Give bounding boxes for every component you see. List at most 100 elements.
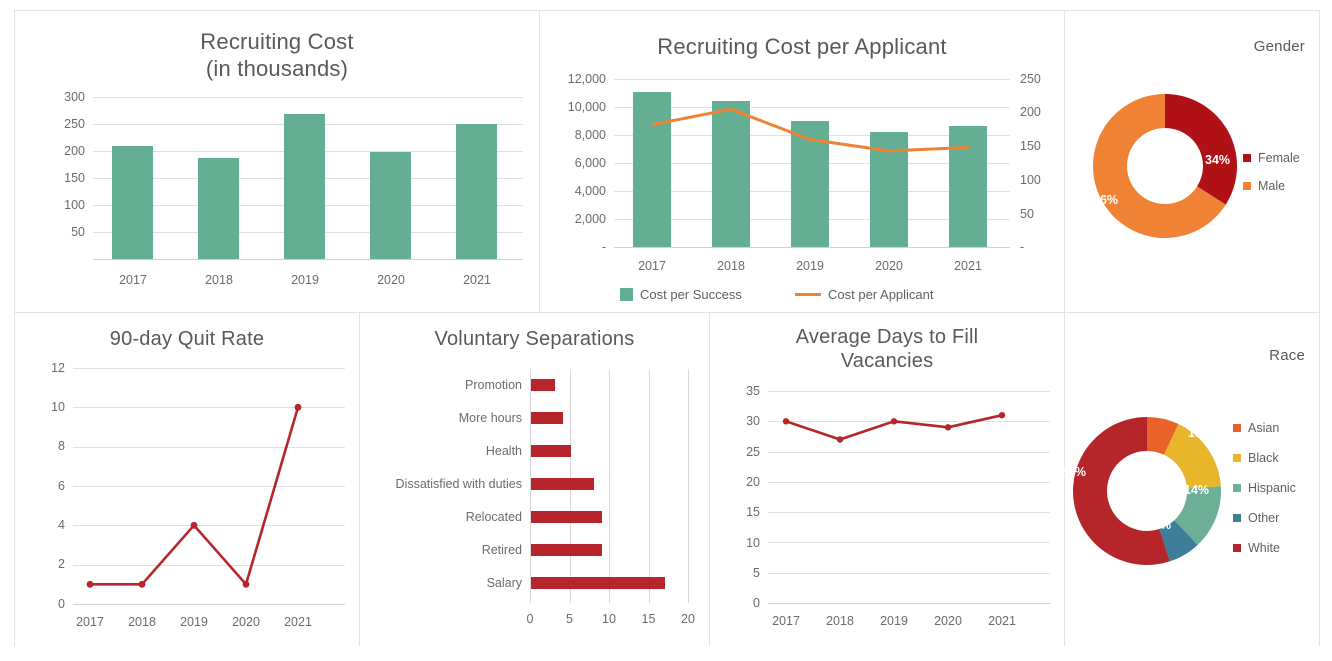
x-axis-tick: 2021 [284,615,312,629]
y-axis-tick-right: - [1020,240,1025,254]
chart-title-cost-per-applicant: Recruiting Cost per Applicant [657,34,947,59]
data-point [998,412,1006,419]
panel-race: Race 7% 17% 14% 7% 55% Asian Black Hispa… [1061,313,1319,646]
data-point [890,418,898,425]
donut-value-hispanic: 14% [1184,483,1210,497]
data-point [836,436,844,443]
gridline [614,79,1010,80]
bar-more-hours [531,412,563,424]
dashboard-row-top: Recruiting Cost (in thousands) 300 250 2… [15,11,1319,313]
gridline [93,97,523,98]
gridline-v [609,369,610,603]
bar-2018 [198,157,239,259]
y-axis-tick: 50 [71,225,85,239]
x-axis-tick: 2021 [954,259,982,273]
chart-title-voluntary-separations: Voluntary Separations [434,328,635,350]
y-axis-tick-left: 8,000 [574,128,606,142]
x-axis-tick: 2019 [796,259,824,273]
legend-swatch-black [1233,454,1241,462]
legend-item-cost-per-applicant[interactable]: Cost per Applicant [795,287,934,302]
y-axis-tick-left: 4,000 [574,184,606,198]
donut-value-black: 17% [1188,426,1214,440]
data-point [294,403,302,411]
legend-label: Asian [1248,421,1280,435]
legend-item-hispanic[interactable]: Hispanic [1233,481,1296,495]
data-point [242,580,250,588]
legend-swatch-white [1233,544,1241,552]
x-axis-tick: 2017 [76,615,104,629]
legend-label: Black [1248,451,1279,465]
donut-race [1073,417,1221,565]
gridline-v [688,369,689,603]
donut-slice-female[interactable] [1165,94,1238,205]
category-label: Retired [481,543,522,557]
bar-2017 [112,145,153,259]
x-axis-tick: 2020 [934,614,962,628]
legend-item-white[interactable]: White [1233,541,1280,555]
legend-label: Male [1258,179,1286,193]
data-point [944,424,952,431]
bar-cost-per-success-2020 [870,132,908,247]
legend-item-male[interactable]: Male [1243,179,1285,193]
x-axis-tick: 15 [641,612,656,626]
legend-label: Other [1248,511,1280,525]
chart-title-recruiting-cost: Recruiting Cost (in thousands) [15,29,539,83]
bar-2020 [370,152,411,259]
legend-label: Female [1258,151,1300,165]
chart-title-line1: Recruiting Cost [200,29,354,54]
panel-recruiting-cost: Recruiting Cost (in thousands) 300 250 2… [15,11,540,312]
y-axis-tick-right: 250 [1020,72,1041,86]
data-point [138,580,146,588]
x-axis-tick: 2020 [875,259,903,273]
bar-dissatisfied-with-duties [531,478,595,490]
panel-days-to-fill: Average Days to Fill Vacancies 35 30 25 … [710,313,1065,646]
legend-label: Hispanic [1248,481,1296,495]
legend-swatch-hispanic [1233,484,1241,492]
y-axis-tick-left: 12,000 [567,72,606,86]
category-label: Health [485,444,522,458]
x-axis-tick: 2021 [988,614,1016,628]
x-axis-tick: 0 [526,612,534,626]
x-axis-tick: 20 [681,612,695,626]
x-axis-tick: 2018 [128,615,156,629]
bar-health [531,445,571,457]
bar-relocated [531,511,603,523]
gridline-v [648,369,650,603]
bar-2021 [456,123,497,259]
dashboard-container: Recruiting Cost (in thousands) 300 250 2… [14,10,1320,646]
legend-swatch-male [1243,182,1251,190]
panel-voluntary-separations: Voluntary Separations Promotion More hou… [360,313,710,646]
legend-item-female[interactable]: Female [1243,151,1300,165]
legend-label: Cost per Applicant [828,287,934,302]
y-axis-tick: 100 [64,198,85,212]
x-axis-tick: 2017 [119,273,147,287]
line-days-to-fill [782,412,1006,443]
x-axis-tick: 2019 [180,615,208,629]
bar-2019 [284,114,325,259]
x-axis-tick: 2017 [772,614,800,628]
axis-line-x [614,247,1010,248]
bar-cost-per-success-2017 [633,91,671,247]
category-label: Relocated [465,510,522,524]
x-axis-tick: 2017 [638,259,666,273]
y-axis-tick: 300 [64,90,85,104]
legend-item-other[interactable]: Other [1233,511,1279,525]
x-axis-tick: 2018 [717,259,745,273]
x-axis-tick: 2018 [826,614,854,628]
legend-item-black[interactable]: Black [1233,451,1279,465]
panel-gender: Gender 34% 66% Female Male [1065,11,1319,312]
donut-value-female: 34% [1205,153,1231,167]
x-axis-tick: 10 [602,612,616,626]
y-axis-tick-left: - [601,240,606,254]
x-axis-tick: 2020 [377,273,405,287]
x-axis-tick: 2019 [291,273,319,287]
legend-item-asian[interactable]: Asian [1233,421,1279,435]
y-axis-tick-right: 50 [1020,207,1034,221]
donut-value-white: 55% [1061,465,1087,479]
y-axis-tick-left: 6,000 [574,156,606,170]
category-label: More hours [458,411,522,425]
donut-value-other: 7% [1153,518,1172,532]
legend-item-cost-per-success[interactable]: Cost per Success [620,287,742,302]
legend-swatch-female [1243,154,1251,162]
y-axis-tick: 200 [64,144,85,158]
